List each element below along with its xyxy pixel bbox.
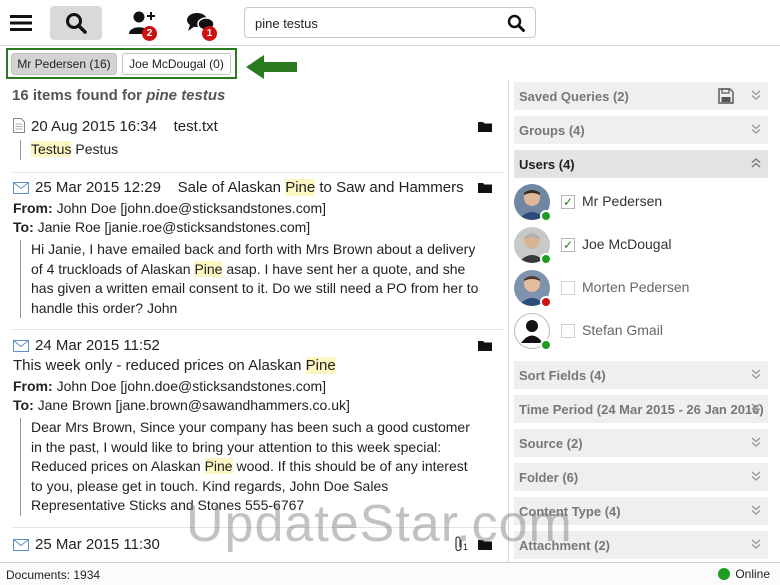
section-folder[interactable]: Folder (6) — [514, 463, 768, 491]
users-button[interactable]: 2 — [124, 6, 162, 41]
status-online-icon — [540, 210, 552, 222]
document-count: Documents: 1934 — [6, 568, 101, 582]
section-groups[interactable]: Groups (4) — [514, 116, 768, 144]
folder-icon[interactable] — [478, 539, 492, 550]
result-item[interactable]: 20 Aug 2015 16:34 test.txt Testus Pestus — [0, 114, 506, 164]
user-row-morten-pedersen[interactable]: Morten Pedersen — [514, 268, 764, 310]
filter-panel: Saved Queries (2) Groups (4) Users (4) ✓… — [512, 80, 768, 562]
search-mode-button[interactable] — [50, 6, 102, 40]
user-filter-bar: Mr Pedersen (16) Joe McDougal (0) — [6, 48, 237, 79]
email-icon — [13, 340, 29, 352]
result-item[interactable]: 25 Mar 2015 11:30 1 — [0, 533, 506, 562]
chevron-double-down-icon — [751, 403, 761, 413]
email-icon — [13, 539, 29, 551]
user-name: Joe McDougal — [582, 236, 672, 252]
status-bar: Documents: 1934 Online — [0, 562, 780, 585]
section-source[interactable]: Source (2) — [514, 429, 768, 457]
section-saved-queries[interactable]: Saved Queries (2) — [514, 82, 768, 110]
folder-icon[interactable] — [478, 121, 492, 132]
hamburger-icon — [10, 15, 32, 31]
chevron-double-down-icon — [751, 505, 761, 515]
user-chip-joe-mcdougal[interactable]: Joe McDougal (0) — [122, 53, 231, 75]
item-title: This week only - reduced prices on Alask… — [13, 357, 336, 374]
section-users[interactable]: Users (4) — [514, 150, 768, 178]
item-to: To: Janie Roe [janie.roe@sticksandstones… — [13, 219, 311, 235]
result-item[interactable]: 25 Mar 2015 12:29 Sale of Alaskan Pine t… — [0, 176, 506, 326]
item-from: From: John Doe [john.doe@sticksandstones… — [13, 200, 327, 216]
chevron-double-down-icon — [751, 90, 761, 100]
arrow-left-icon — [246, 55, 297, 79]
folder-icon[interactable] — [478, 182, 492, 193]
chat-button[interactable]: 1 — [182, 6, 220, 41]
section-sort-fields[interactable]: Sort Fields (4) — [514, 361, 768, 389]
item-title: Sale of Alaskan Pine to Saw and Hammers — [177, 179, 464, 196]
chevron-double-down-icon — [751, 539, 761, 549]
result-item[interactable]: 24 Mar 2015 11:52 This week only - reduc… — [0, 334, 506, 524]
online-status-icon — [718, 568, 731, 580]
user-name: Morten Pedersen — [582, 279, 690, 295]
panel-scrollbar[interactable] — [770, 80, 778, 562]
item-date: 20 Aug 2015 16:34 — [31, 118, 157, 135]
search-submit-button[interactable] — [507, 14, 525, 35]
magnifier-icon — [66, 13, 87, 34]
item-title: test.txt — [173, 118, 218, 135]
save-icon[interactable] — [718, 88, 734, 104]
email-icon — [13, 182, 29, 194]
user-checkbox[interactable] — [561, 324, 575, 338]
user-chip-mr-pedersen[interactable]: Mr Pedersen (16) — [11, 53, 117, 75]
connection-status[interactable]: Online — [718, 567, 770, 581]
chat-badge: 1 — [202, 26, 217, 41]
item-to: To: Jane Brown [jane.brown@sawandhammers… — [13, 397, 350, 413]
section-time-period[interactable]: Time Period (24 Mar 2015 - 26 Jan 2016) — [514, 395, 768, 423]
attachment-count: 1 — [462, 542, 468, 552]
divider — [13, 329, 503, 330]
user-row-joe-mcdougal[interactable]: ✓ Joe McDougal — [514, 225, 764, 267]
user-name: Mr Pedersen — [582, 193, 663, 209]
menu-button[interactable] — [6, 6, 36, 40]
item-from: From: John Doe [john.doe@sticksandstones… — [13, 378, 327, 394]
user-row-mr-pedersen[interactable]: ✓ Mr Pedersen — [514, 182, 764, 224]
chevron-double-down-icon — [751, 471, 761, 481]
item-snippet: Testus Pestus — [20, 140, 140, 160]
section-content-type[interactable]: Content Type (4) — [514, 497, 768, 525]
user-checkbox[interactable]: ✓ — [561, 195, 575, 209]
search-input[interactable] — [255, 14, 495, 32]
user-name: Stefan Gmail — [582, 322, 663, 338]
attachment-indicator[interactable]: 1 — [454, 536, 468, 552]
divider — [13, 527, 503, 528]
results-query: pine testus — [146, 87, 226, 104]
search-icon — [507, 14, 525, 32]
item-body: Dear Mrs Brown, Since your company has b… — [20, 418, 480, 516]
chevron-double-down-icon — [751, 437, 761, 447]
pane-divider[interactable] — [508, 80, 509, 562]
divider — [13, 172, 503, 173]
results-count: 16 items found for pine testus — [12, 87, 226, 104]
section-attachment[interactable]: Attachment (2) — [514, 531, 768, 559]
item-date: 25 Mar 2015 12:29 — [35, 179, 161, 196]
user-checkbox[interactable]: ✓ — [561, 238, 575, 252]
search-box — [244, 7, 536, 38]
status-online-icon — [540, 339, 552, 351]
document-icon — [13, 118, 25, 133]
item-date: 24 Mar 2015 11:52 — [35, 337, 160, 354]
status-online-icon — [540, 253, 552, 265]
toolbar: 2 1 — [0, 0, 780, 46]
chevron-double-up-icon — [751, 158, 761, 168]
chevron-double-down-icon — [751, 369, 761, 379]
status-busy-icon — [540, 296, 552, 308]
chevron-double-down-icon — [751, 124, 761, 134]
folder-icon[interactable] — [478, 340, 492, 351]
user-checkbox[interactable] — [561, 281, 575, 295]
users-badge: 2 — [142, 26, 157, 41]
item-body: Hi Janie, I have emailed back and forth … — [20, 240, 480, 318]
item-date: 25 Mar 2015 11:30 — [35, 536, 160, 553]
user-row-stefan-gmail[interactable]: Stefan Gmail — [514, 311, 764, 353]
results-list: 16 items found for pine testus 20 Aug 20… — [0, 84, 508, 562]
